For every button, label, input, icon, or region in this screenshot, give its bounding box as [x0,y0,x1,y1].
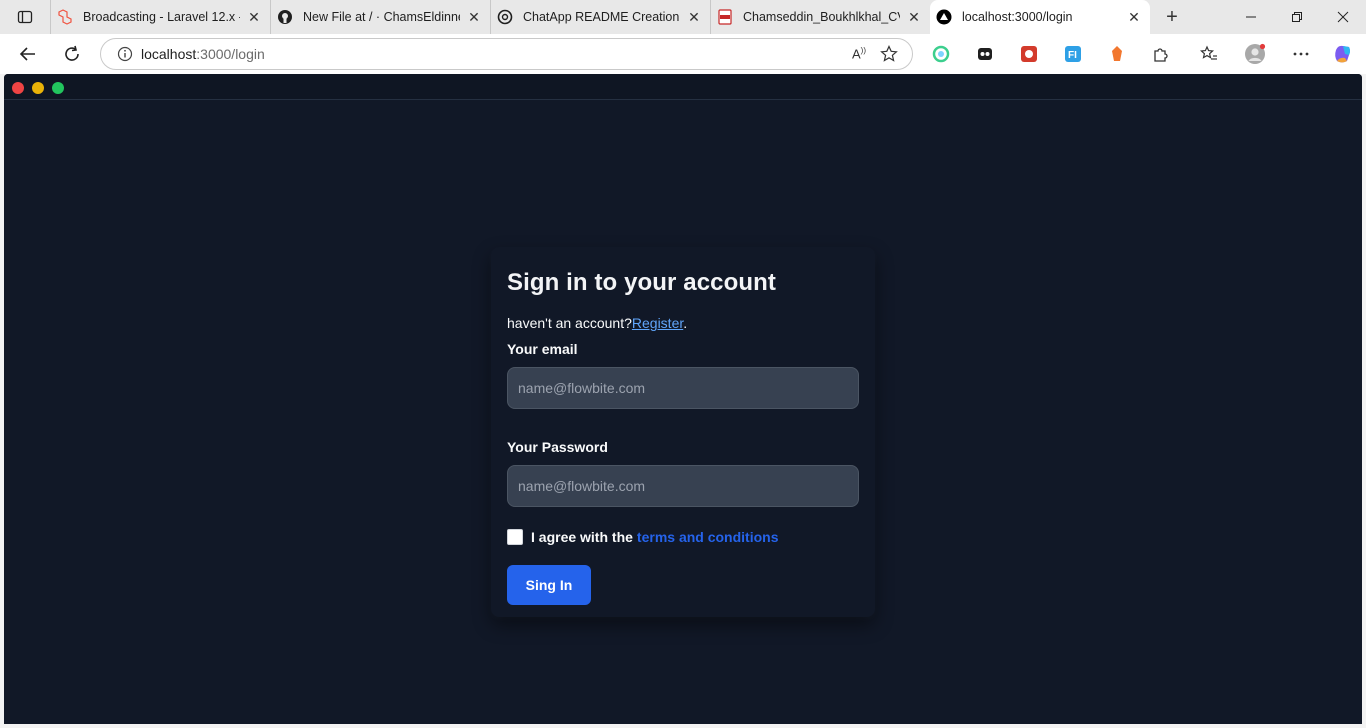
extension-red-icon[interactable] [1018,43,1040,65]
url-text: localhost:3000/login [141,46,852,62]
terms-prefix: I agree with the [531,529,633,545]
tab-actions-icon [17,10,33,24]
restore-icon [1292,12,1302,22]
browser-tab[interactable]: Broadcasting - Laravel 12.x - T ✕ [50,0,270,34]
window-maximize-dot [52,82,64,94]
copilot-icon[interactable] [1332,43,1354,65]
url-path: :3000/login [196,46,265,62]
pdf-icon [717,9,733,25]
svg-text:FI: FI [1068,50,1077,61]
plus-icon: + [1166,5,1178,28]
password-label: Your Password [507,439,608,455]
back-button[interactable] [10,36,46,72]
restore-button[interactable] [1274,0,1320,34]
close-tab-icon[interactable]: ✕ [906,9,922,25]
extensions-puzzle-icon[interactable] [1150,43,1172,65]
tab-actions-button[interactable] [0,0,50,34]
back-arrow-icon [19,47,35,61]
url-host: localhost [141,46,197,62]
terms-link[interactable]: terms and conditions [637,529,779,545]
chatgpt-icon [497,9,513,25]
tab-title: Broadcasting - Laravel 12.x - T [83,10,240,24]
email-label: Your email [507,341,578,357]
refresh-icon [65,45,79,61]
github-icon [277,9,293,25]
browser-tab[interactable]: Chamseddin_Boukhlkhal_CV.p ✕ [710,0,930,34]
extension-dark-icon[interactable] [974,43,996,65]
close-window-button[interactable] [1320,0,1366,34]
nextjs-icon [936,9,952,25]
window-close-dot [12,82,24,94]
read-aloud-icon[interactable]: A)) [852,46,866,61]
tab-title: New File at / · ChamsEldinne/ [303,10,460,24]
close-tab-icon[interactable]: ✕ [1126,9,1142,25]
laravel-icon [57,9,73,25]
browser-toolbar: localhost:3000/login A)) FI [0,34,1366,74]
browser-tab[interactable]: New File at / · ChamsEldinne/ ✕ [270,0,490,34]
more-options-icon[interactable] [1290,43,1312,65]
browser-tab-bar: Broadcasting - Laravel 12.x - T ✕ New Fi… [0,0,1366,34]
password-placeholder: name@flowbite.com [518,478,646,494]
minimize-button[interactable] [1228,0,1274,34]
close-tab-icon[interactable]: ✕ [686,9,702,25]
email-input[interactable]: name@flowbite.com [507,367,859,409]
new-tab-button[interactable]: + [1150,0,1194,34]
register-prompt-suffix: . [683,315,688,331]
app-window-bar [4,74,1362,100]
terms-row: I agree with the terms and conditions [507,529,859,545]
browser-tab-active[interactable]: localhost:3000/login ✕ [930,0,1150,34]
favorites-icon[interactable] [1198,43,1220,65]
window-minimize-dot [32,82,44,94]
password-input[interactable]: name@flowbite.com [507,465,859,507]
favorite-star-icon[interactable] [880,45,898,63]
address-bar[interactable]: localhost:3000/login A)) [100,38,913,70]
register-prompt-text: haven't an account? [507,315,632,331]
extension-fi-icon[interactable]: FI [1062,43,1084,65]
register-prompt: haven't an account?Register. [507,315,859,331]
tab-title: ChatApp README Creation [523,10,680,24]
profile-avatar[interactable] [1244,43,1266,65]
site-info-icon[interactable] [117,46,133,62]
register-link[interactable]: Register [632,315,683,331]
terms-checkbox[interactable] [507,529,523,545]
browser-tab[interactable]: ChatApp README Creation ✕ [490,0,710,34]
extension-copilot-ring-icon[interactable] [930,43,952,65]
close-tab-icon[interactable]: ✕ [246,9,262,25]
close-tab-icon[interactable]: ✕ [466,9,482,25]
login-title: Sign in to your account [507,269,776,296]
extension-orange-icon[interactable] [1106,43,1128,65]
refresh-button[interactable] [54,36,90,72]
login-card: Sign in to your account haven't an accou… [491,247,875,617]
minimize-icon [1246,16,1256,18]
sign-in-button[interactable]: Sing In [507,565,591,605]
close-icon [1337,11,1349,23]
page-viewport: Sign in to your account haven't an accou… [4,74,1362,724]
tab-title: Chamseddin_Boukhlkhal_CV.p [743,10,900,24]
email-placeholder: name@flowbite.com [518,380,646,396]
tab-title: localhost:3000/login [962,10,1073,24]
